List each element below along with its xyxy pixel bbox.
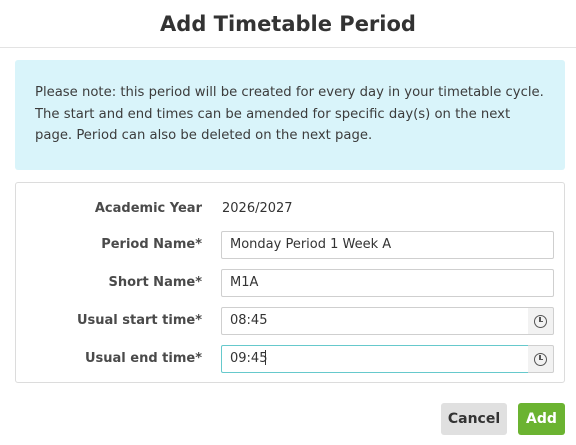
start-time-row: Usual start time* 08:45 (16, 307, 564, 335)
cancel-button[interactable]: Cancel (441, 403, 507, 435)
dialog-title: Add Timetable Period (160, 11, 416, 36)
period-name-row: Period Name* Monday Period 1 Week A (16, 231, 564, 259)
academic-year-label: Academic Year (94, 201, 202, 216)
period-name-input[interactable]: Monday Period 1 Week A (221, 231, 554, 259)
notice-text: Please note: this period will be created… (35, 85, 544, 143)
start-time-input[interactable]: 08:45 (221, 307, 529, 335)
start-time-picker-button[interactable] (528, 307, 554, 335)
end-time-input[interactable]: 09:45 (221, 345, 529, 373)
end-time-label: Usual end time* (84, 351, 202, 366)
clock-icon (534, 352, 547, 366)
academic-year-value: 2026/2027 (222, 201, 293, 216)
short-name-label: Short Name* (108, 275, 202, 290)
academic-year-row: Academic Year 2026/2027 (16, 195, 564, 223)
period-name-label: Period Name* (101, 237, 202, 252)
clock-icon (534, 314, 547, 328)
end-time-row: Usual end time* 09:45 (16, 345, 564, 373)
end-time-picker-button[interactable] (528, 345, 554, 373)
add-button[interactable]: Add (518, 403, 565, 435)
dialog-header: Add Timetable Period (0, 0, 576, 48)
end-time-value: 09:45 (230, 351, 268, 366)
info-notice: Please note: this period will be created… (15, 60, 565, 170)
period-form: Academic Year 2026/2027 Period Name* Mon… (15, 182, 565, 383)
short-name-input[interactable]: M1A (221, 269, 554, 297)
text-cursor (265, 350, 267, 365)
short-name-row: Short Name* M1A (16, 269, 564, 297)
start-time-label: Usual start time* (76, 313, 202, 328)
